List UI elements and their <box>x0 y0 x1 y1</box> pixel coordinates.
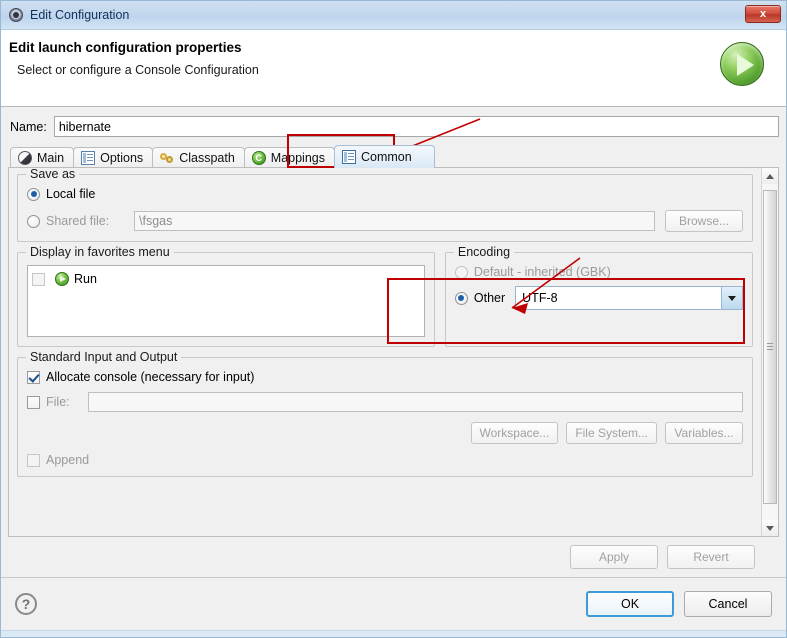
name-row: Name: <box>8 116 779 137</box>
file-row: File: <box>27 392 743 412</box>
dialog-header: Edit launch configuration properties Sel… <box>1 30 786 107</box>
scrollbar-thumb[interactable] <box>763 190 777 504</box>
classpath-links-icon <box>160 151 174 165</box>
encoding-default-radio[interactable] <box>454 265 468 279</box>
scrollbar-grip <box>767 343 773 351</box>
gear-icon <box>8 7 24 23</box>
io-buttons-row: Workspace... File System... Variables... <box>27 422 743 444</box>
name-input[interactable] <box>53 116 779 137</box>
file-checkbox[interactable] <box>27 395 40 409</box>
chevron-down-icon[interactable] <box>721 287 742 309</box>
common-list-icon <box>341 150 356 164</box>
window-title: Edit Configuration <box>30 8 130 22</box>
scroll-up-icon[interactable] <box>762 168 778 184</box>
encoding-default-row[interactable]: Default - inherited (GBK) <box>454 265 743 279</box>
file-label: File: <box>46 395 70 409</box>
options-list-icon <box>81 151 96 165</box>
footer-buttons: OK Cancel <box>586 591 772 617</box>
standard-io-group: Standard Input and Output Allocate conso… <box>17 350 753 477</box>
scrollbar-track[interactable] <box>762 184 778 520</box>
encoding-group: Encoding Default - inherited (GBK) Other… <box>444 245 753 347</box>
shared-file-row: Shared file: Browse... <box>27 210 743 232</box>
tab-main[interactable]: Main <box>10 147 75 168</box>
scroll-down-icon[interactable] <box>762 520 778 536</box>
file-system-button[interactable]: File System... <box>566 422 657 444</box>
local-file-row[interactable]: Local file <box>27 187 743 201</box>
local-file-label: Local file <box>46 187 96 201</box>
window-bottom-strip <box>1 630 786 637</box>
allocate-console-row[interactable]: Allocate console (necessary for input) <box>27 370 743 384</box>
browse-button[interactable]: Browse... <box>665 210 743 232</box>
tab-common[interactable]: Common <box>333 145 435 168</box>
file-path-input[interactable] <box>88 392 743 412</box>
append-checkbox[interactable] <box>27 453 40 467</box>
favorites-run-checkbox[interactable] <box>32 272 45 286</box>
favorites-run-label: Run <box>74 272 97 286</box>
shared-file-input[interactable] <box>134 211 655 231</box>
tab-options[interactable]: Options <box>73 147 154 168</box>
run-play-icon <box>55 272 69 286</box>
edit-configuration-dialog: Edit Configuration x Edit launch configu… <box>0 0 787 638</box>
encoding-other-label: Other <box>473 291 506 305</box>
favorites-encoding-row: Display in favorites menu Run Encoding D… <box>17 245 753 357</box>
shared-file-label: Shared file: <box>46 214 110 228</box>
tab-main-label: Main <box>37 151 65 165</box>
run-play-icon <box>720 42 764 86</box>
append-row[interactable]: Append <box>27 453 743 467</box>
dialog-footer: ? OK Cancel <box>1 578 786 630</box>
tab-options-label: Options <box>100 151 144 165</box>
encoding-other-row: Other UTF-8 <box>454 286 743 310</box>
mappings-c-icon: C <box>251 151 266 165</box>
favorites-list[interactable]: Run <box>27 265 425 337</box>
append-label: Append <box>46 453 90 467</box>
tab-bar: Main Options Classpath C Mappings Common <box>10 144 779 168</box>
vertical-scrollbar[interactable] <box>761 168 778 536</box>
encoding-combo-value: UTF-8 <box>516 287 721 309</box>
revert-button[interactable]: Revert <box>667 545 755 569</box>
close-icon[interactable]: x <box>745 5 781 23</box>
help-icon[interactable]: ? <box>15 593 37 615</box>
tab-mappings-label: Mappings <box>270 151 325 165</box>
common-tab-content: Save as Local file Shared file: Browse..… <box>9 168 761 536</box>
page-title: Edit launch configuration properties <box>9 40 242 55</box>
encoding-default-label: Default - inherited (GBK) <box>473 265 611 279</box>
ok-button[interactable]: OK <box>586 591 674 617</box>
cancel-button[interactable]: Cancel <box>684 591 772 617</box>
tab-mappings[interactable]: C Mappings <box>243 147 335 168</box>
save-as-group: Save as Local file Shared file: Browse..… <box>17 168 753 242</box>
favorites-group: Display in favorites menu Run <box>17 245 435 347</box>
list-item[interactable]: Run <box>32 270 420 288</box>
standard-io-group-label: Standard Input and Output <box>26 350 182 364</box>
favorites-group-label: Display in favorites menu <box>26 245 174 259</box>
apply-button[interactable]: Apply <box>570 545 658 569</box>
variables-button[interactable]: Variables... <box>665 422 743 444</box>
shared-file-radio[interactable] <box>27 214 40 228</box>
save-as-group-label: Save as <box>26 168 80 181</box>
title-bar: Edit Configuration x <box>1 1 786 30</box>
tab-common-label: Common <box>360 150 412 164</box>
apply-revert-row: Apply Revert <box>8 537 779 577</box>
tab-classpath[interactable]: Classpath <box>152 147 245 168</box>
main-sphere-icon <box>18 151 32 165</box>
encoding-group-label: Encoding <box>453 245 515 259</box>
local-file-radio[interactable] <box>27 187 40 201</box>
tab-classpath-label: Classpath <box>179 151 235 165</box>
encoding-combo[interactable]: UTF-8 <box>515 286 743 310</box>
name-label: Name: <box>10 119 47 134</box>
allocate-console-label: Allocate console (necessary for input) <box>46 370 255 384</box>
common-tab-panel: Save as Local file Shared file: Browse..… <box>8 167 779 537</box>
allocate-console-checkbox[interactable] <box>27 370 40 384</box>
workspace-button[interactable]: Workspace... <box>470 422 559 444</box>
dialog-body: Name: Main Options Classpath C Mappings <box>1 107 786 577</box>
encoding-other-radio[interactable] <box>454 291 468 305</box>
page-subtitle: Select or configure a Console Configurat… <box>17 63 259 77</box>
